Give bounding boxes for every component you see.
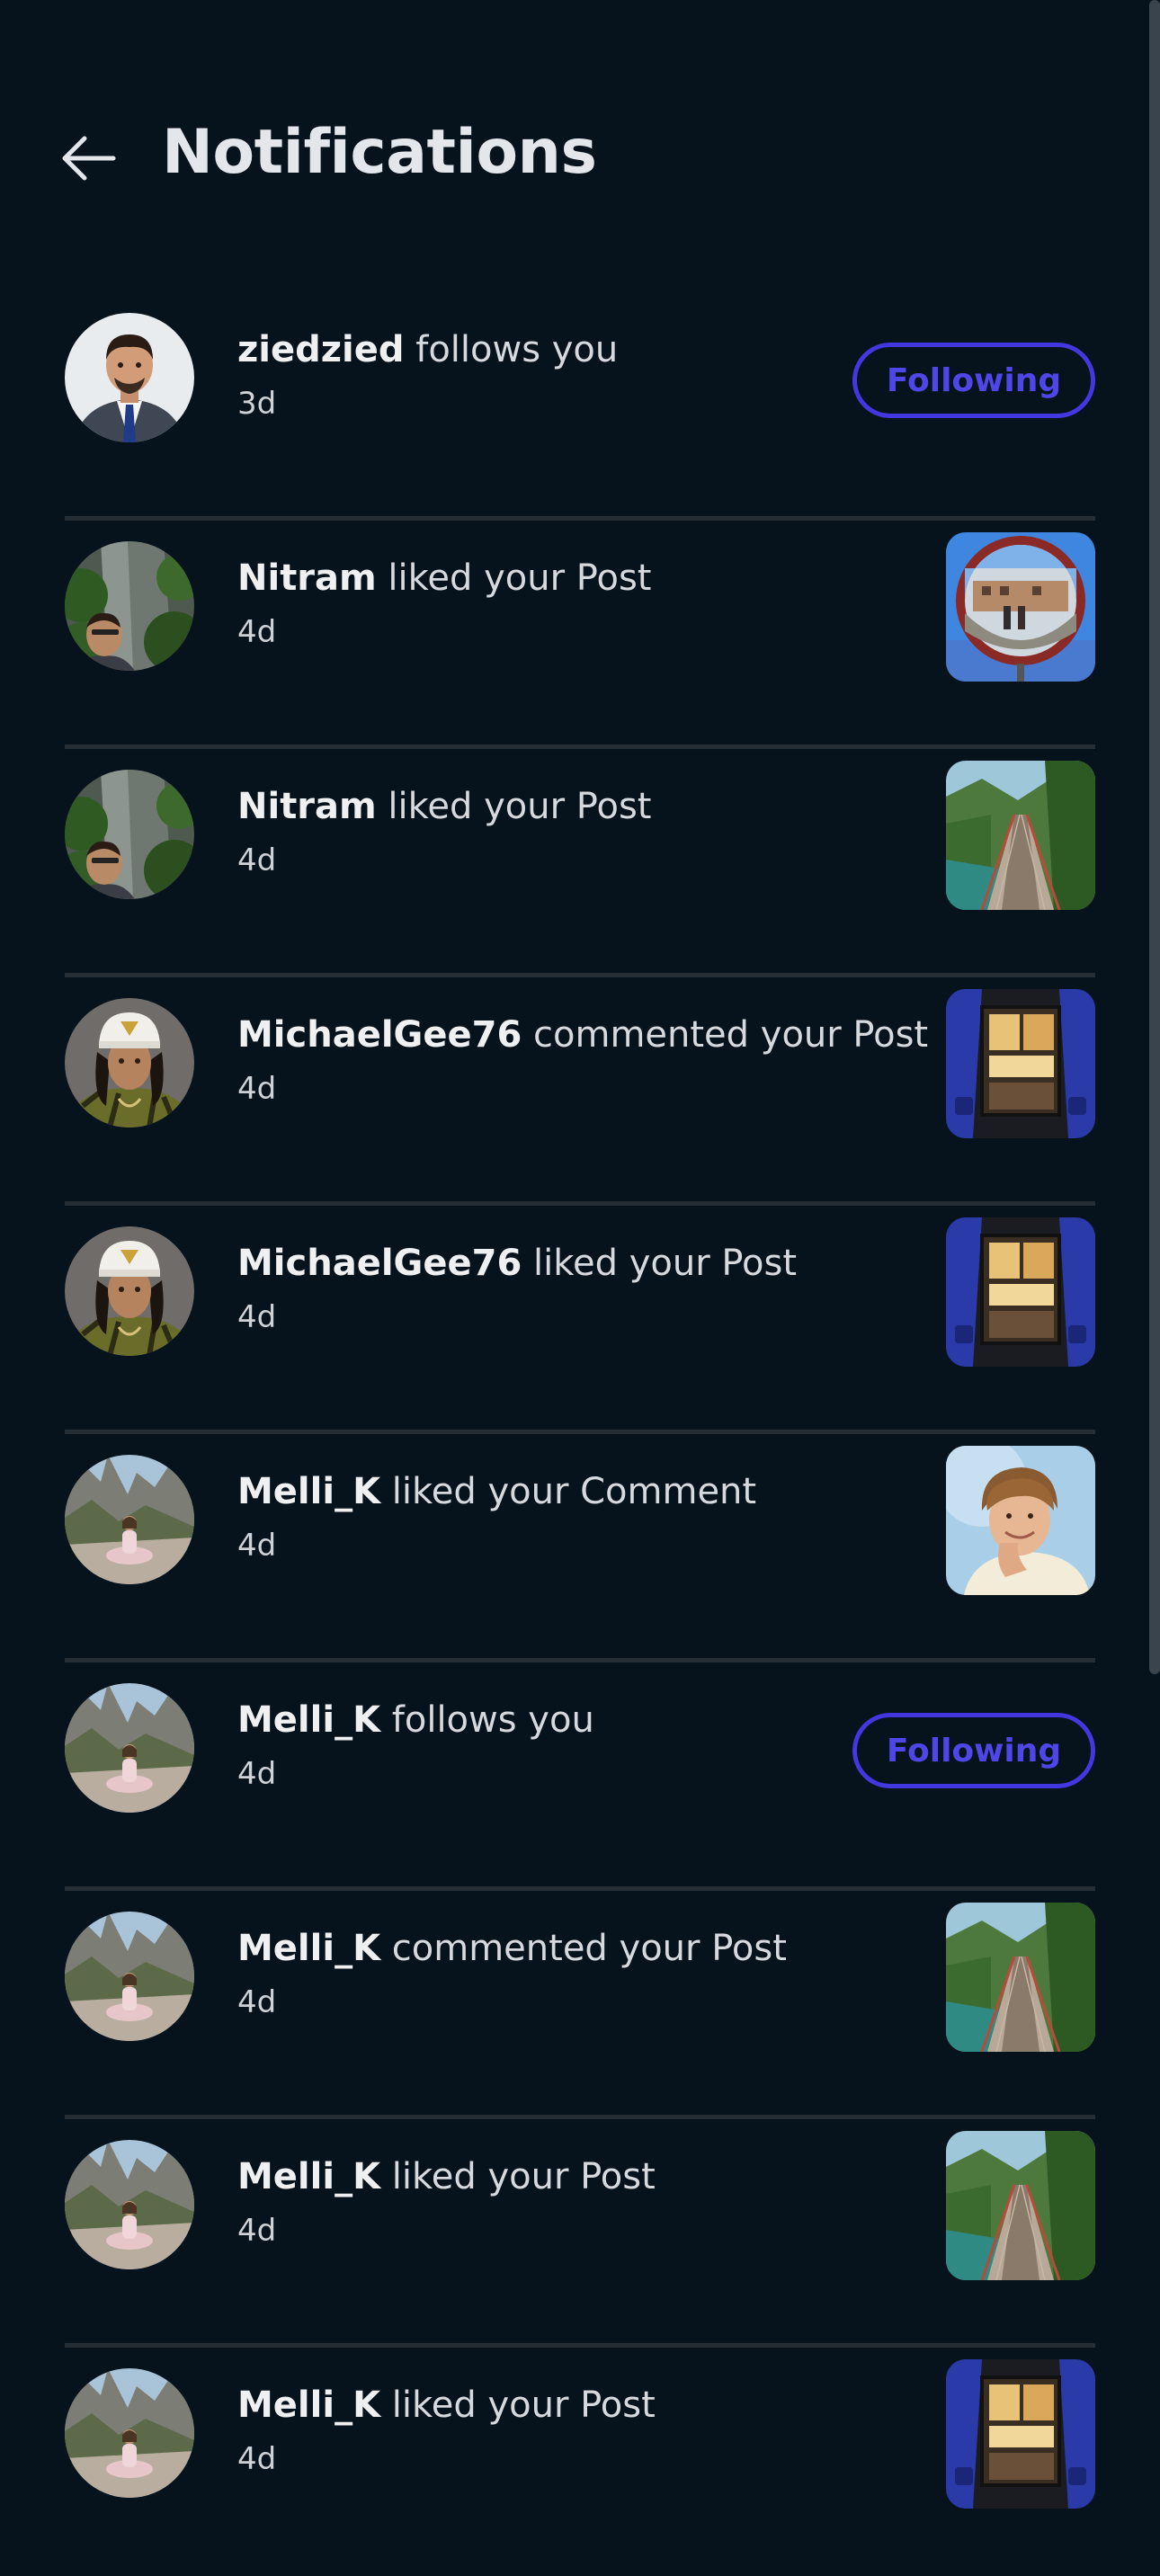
notification-text: Melli_K liked your Post 4d	[237, 2382, 957, 2479]
following-button[interactable]: Following	[852, 343, 1095, 418]
post-thumbnail[interactable]	[946, 761, 1095, 910]
timestamp: 3d	[237, 386, 277, 422]
username[interactable]: Nitram	[237, 786, 377, 827]
notification-item[interactable]: Melli_K liked your Comment 4d	[65, 1434, 1095, 1662]
timestamp: 4d	[237, 1984, 277, 2020]
following-button[interactable]: Following	[852, 1713, 1095, 1788]
notification-action: follows you	[404, 329, 619, 370]
notification-item[interactable]: Melli_K liked your Post 4d	[65, 2119, 1095, 2348]
timestamp: 4d	[237, 2213, 277, 2249]
post-thumbnail[interactable]	[946, 532, 1095, 682]
timestamp: 4d	[237, 842, 277, 878]
timestamp: 4d	[237, 2441, 277, 2477]
username[interactable]: Melli_K	[237, 2384, 380, 2426]
notification-action: liked your Post	[376, 557, 652, 599]
notification-action: liked your Post	[522, 1243, 798, 1284]
notification-text: ziedzied follows you 3d	[237, 326, 957, 423]
avatar[interactable]	[65, 1683, 194, 1813]
notification-item[interactable]: Melli_K follows you 4d Following	[65, 1662, 1095, 1891]
back-button[interactable]	[59, 131, 122, 185]
notifications-list: ziedzied follows you 3d Following Nitram…	[65, 292, 1095, 2576]
avatar[interactable]	[65, 313, 194, 442]
post-thumbnail[interactable]	[946, 1217, 1095, 1367]
notification-action: liked your Post	[380, 2384, 656, 2426]
username[interactable]: Melli_K	[237, 1471, 380, 1512]
timestamp: 4d	[237, 614, 277, 650]
username[interactable]: MichaelGee76	[237, 1014, 522, 1056]
notification-action: commented your Post	[522, 1014, 929, 1056]
comment-thumbnail[interactable]	[946, 1446, 1095, 1595]
notification-text: Melli_K liked your Post 4d	[237, 2153, 957, 2251]
username[interactable]: Melli_K	[237, 1928, 380, 1969]
avatar[interactable]	[65, 1226, 194, 1356]
notification-action: liked your Post	[376, 786, 652, 827]
notification-text: Melli_K liked your Comment 4d	[237, 1468, 957, 1565]
username[interactable]: Nitram	[237, 557, 377, 599]
notification-text: MichaelGee76 liked your Post 4d	[237, 1240, 957, 1337]
username[interactable]: ziedzied	[237, 329, 405, 370]
notification-item[interactable]: Nitram liked your Post 4d	[65, 749, 1095, 977]
username[interactable]: Melli_K	[237, 1699, 380, 1741]
scrollbar[interactable]	[1149, 0, 1160, 1674]
header: Notifications	[0, 0, 1160, 234]
post-thumbnail[interactable]	[946, 2131, 1095, 2280]
arrow-left-icon	[62, 136, 116, 181]
timestamp: 4d	[237, 1071, 277, 1107]
avatar[interactable]	[65, 1455, 194, 1584]
username[interactable]: MichaelGee76	[237, 1243, 522, 1284]
notification-action: liked your Comment	[380, 1471, 757, 1512]
notification-action: liked your Post	[380, 2156, 656, 2197]
timestamp: 4d	[237, 1528, 277, 1564]
avatar[interactable]	[65, 541, 194, 671]
avatar[interactable]	[65, 998, 194, 1128]
avatar[interactable]	[65, 2368, 194, 2498]
notification-item[interactable]: MichaelGee76 liked your Post 4d	[65, 1206, 1095, 1434]
notification-text: Nitram liked your Post 4d	[237, 783, 957, 880]
notification-item[interactable]: MichaelGee76 commented your Post 4d	[65, 977, 1095, 1206]
page-title: Notifications	[162, 117, 597, 188]
timestamp: 4d	[237, 1756, 277, 1792]
username[interactable]: Melli_K	[237, 2156, 380, 2197]
notification-action: commented your Post	[380, 1928, 787, 1969]
notification-text: Melli_K commented your Post 4d	[237, 1925, 957, 2022]
notification-item[interactable]: Melli_K commented your Post 4d	[65, 1891, 1095, 2119]
avatar[interactable]	[65, 1912, 194, 2041]
notification-text: Nitram liked your Post 4d	[237, 555, 957, 652]
post-thumbnail[interactable]	[946, 989, 1095, 1138]
notification-action: follows you	[380, 1699, 594, 1741]
post-thumbnail[interactable]	[946, 1903, 1095, 2052]
timestamp: 4d	[237, 1299, 277, 1335]
notification-item[interactable]: Nitram liked your Post 4d	[65, 521, 1095, 749]
notification-text: MichaelGee76 commented your Post 4d	[237, 1012, 957, 1109]
notification-text: Melli_K follows you 4d	[237, 1697, 957, 1794]
avatar[interactable]	[65, 2140, 194, 2269]
post-thumbnail[interactable]	[946, 2359, 1095, 2509]
notification-item[interactable]: Melli_K liked your Post 4d	[65, 2348, 1095, 2576]
avatar[interactable]	[65, 770, 194, 899]
notification-item[interactable]: ziedzied follows you 3d Following	[65, 292, 1095, 521]
